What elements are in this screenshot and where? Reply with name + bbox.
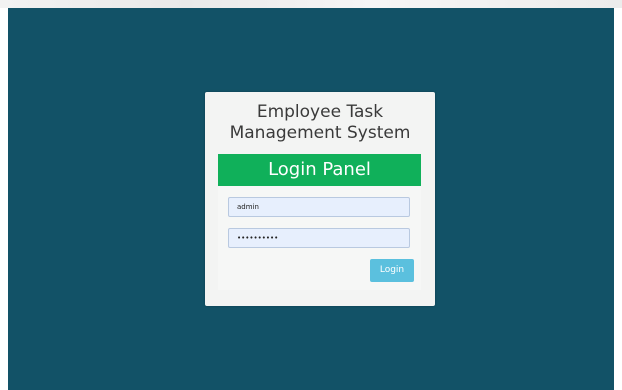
title-line-1: Employee Task [256,102,384,122]
login-page: Employee Task Management System Login Pa… [0,0,622,390]
login-card: Employee Task Management System Login Pa… [205,92,435,306]
login-form: •••••••••• Login [218,186,421,290]
login-panel-header: Login Panel [218,154,421,186]
title-line-2: Management System [229,123,411,143]
top-strip [0,0,622,8]
username-input[interactable] [228,197,410,217]
password-input[interactable]: •••••••••• [228,228,410,248]
page-title: Employee Task Management System [205,102,435,144]
login-button[interactable]: Login [370,259,414,282]
